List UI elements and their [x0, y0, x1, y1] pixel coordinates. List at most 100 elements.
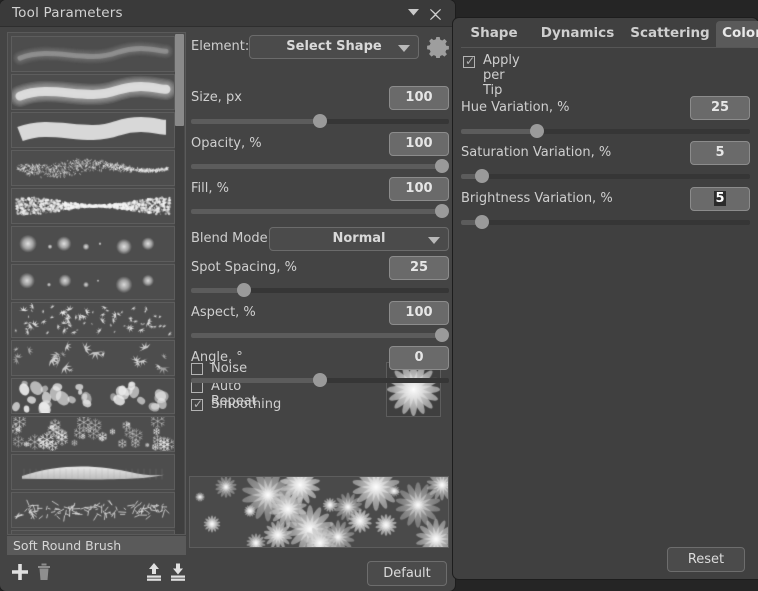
- color-param-label: Brightness Variation, %: [461, 191, 613, 206]
- reset-button[interactable]: Reset: [667, 547, 745, 572]
- color-param-slider[interactable]: [461, 169, 750, 183]
- close-icon[interactable]: [426, 4, 444, 22]
- brush-list-scrollbar[interactable]: [175, 34, 184, 534]
- slider-fill: [191, 333, 442, 338]
- check-mark: ✓: [465, 54, 476, 68]
- brush-toolbar: Default: [0, 557, 455, 591]
- brush-preset-soft-dots-large[interactable]: [11, 226, 175, 262]
- color-param-value-field[interactable]: 5: [690, 141, 750, 165]
- param-value-field[interactable]: 100: [389, 177, 449, 201]
- brush-preset-bubbles[interactable]: [11, 530, 175, 534]
- param-slider[interactable]: [191, 283, 449, 297]
- brush-thumbnail: [12, 531, 174, 534]
- apply-per-tip-label: Apply per Tip: [483, 53, 520, 98]
- chevron-down-icon[interactable]: [404, 4, 422, 22]
- scrollbar-thumb[interactable]: [175, 34, 184, 126]
- param-slider[interactable]: [191, 204, 449, 218]
- stroke-preview: [189, 476, 449, 548]
- brush-preset-hard-round[interactable]: [11, 112, 175, 148]
- brush-preset-grass-tuft[interactable]: [11, 492, 175, 528]
- param-label: Fill, %: [191, 181, 229, 196]
- color-param-label: Saturation Variation, %: [461, 145, 612, 160]
- param-slider[interactable]: [191, 328, 449, 342]
- trash-icon[interactable]: [32, 560, 56, 584]
- param-label: Size, px: [191, 90, 242, 105]
- gear-icon[interactable]: [427, 36, 449, 59]
- tab-divider: [461, 47, 750, 48]
- brush-preset-foliage-cluster[interactable]: [11, 302, 175, 338]
- blend-mode-label: Blend Mode:: [191, 231, 272, 246]
- element-label: Element:: [191, 39, 250, 54]
- param-value: 100: [405, 305, 433, 320]
- brush-preset-flat-blade[interactable]: [11, 454, 175, 490]
- param-value: 100: [405, 136, 433, 151]
- slider-handle[interactable]: [529, 124, 544, 138]
- param-value-field[interactable]: 100: [389, 301, 449, 325]
- tab-shape[interactable]: Shape: [463, 21, 525, 48]
- param-value-field[interactable]: 0: [389, 346, 449, 370]
- brush-preset-airbrush-soft[interactable]: [11, 74, 175, 110]
- brush-preset-list[interactable]: [7, 32, 186, 535]
- slider-handle[interactable]: [474, 215, 489, 229]
- brush-preset-bristle-rough[interactable]: [11, 150, 175, 186]
- default-button[interactable]: Default: [367, 561, 447, 586]
- element-select[interactable]: Select Shape: [249, 35, 419, 59]
- brush-preset-soft-round[interactable]: [11, 36, 175, 72]
- param-value-field[interactable]: 25: [389, 256, 449, 280]
- plus-icon[interactable]: [8, 560, 32, 584]
- chevron-down-icon: [428, 237, 440, 244]
- param-label: Opacity, %: [191, 136, 262, 151]
- window-titlebar[interactable]: Tool Parameters: [0, 0, 455, 27]
- brush-thumbnail: [12, 341, 174, 375]
- brush-options-panel: Shape Dynamics Scattering Color ✓ Apply per…: [453, 18, 758, 579]
- tool-parameters-window: Tool Parameters Soft Round Brush Default…: [0, 0, 455, 591]
- param-slider[interactable]: [191, 159, 449, 173]
- param-value-field[interactable]: 100: [389, 86, 449, 110]
- brush-thumbnail: [12, 37, 174, 71]
- brush-preset-snowflakes[interactable]: [11, 416, 175, 452]
- chevron-down-icon: [398, 45, 410, 52]
- brush-thumbnail: [12, 227, 174, 261]
- color-param-value-field[interactable]: 25: [690, 96, 750, 120]
- brush-thumbnail: [12, 75, 174, 109]
- color-param-slider[interactable]: [461, 215, 750, 229]
- param-value: 100: [405, 181, 433, 196]
- slider-handle[interactable]: [435, 328, 449, 342]
- slider-handle[interactable]: [237, 283, 252, 297]
- tab-scattering[interactable]: Scattering: [628, 21, 712, 48]
- color-param-slider[interactable]: [461, 124, 750, 138]
- app-root: Tool Parameters Soft Round Brush Default…: [0, 0, 758, 591]
- slider-fill: [191, 164, 442, 169]
- brush-preset-maple-leaves[interactable]: [11, 340, 175, 376]
- slider-handle[interactable]: [435, 159, 449, 173]
- slider-fill: [191, 209, 442, 214]
- param-value: 0: [414, 350, 424, 365]
- tab-color[interactable]: Color: [716, 21, 758, 48]
- export-down-icon[interactable]: [166, 560, 190, 584]
- slider-fill: [191, 288, 245, 293]
- element-select-value: Select Shape: [286, 39, 382, 54]
- slider-handle[interactable]: [435, 204, 449, 218]
- brush-thumbnail: [12, 493, 174, 527]
- brush-preset-petals[interactable]: [11, 378, 175, 414]
- color-param-value: 5: [715, 145, 725, 160]
- brush-preset-soft-dots-small[interactable]: [11, 264, 175, 300]
- blend-mode-select[interactable]: Normal: [269, 227, 449, 251]
- slider-fill: [191, 119, 320, 124]
- param-value: 100: [405, 90, 433, 105]
- slider-handle[interactable]: [313, 114, 327, 128]
- param-slider[interactable]: [191, 373, 449, 387]
- param-value-field[interactable]: 100: [389, 132, 449, 156]
- slider-handle[interactable]: [474, 169, 489, 183]
- brush-thumbnail: [12, 113, 174, 147]
- param-value: 25: [409, 260, 429, 275]
- page-title: Tool Parameters: [12, 5, 123, 21]
- brush-thumbnail: [12, 303, 174, 337]
- color-param-value-field[interactable]: 5: [690, 187, 750, 211]
- import-up-icon[interactable]: [142, 560, 166, 584]
- slider-handle[interactable]: [313, 373, 327, 387]
- check-mark: ✓: [193, 397, 204, 411]
- tab-dynamics[interactable]: Dynamics: [535, 21, 620, 48]
- param-slider[interactable]: [191, 114, 449, 128]
- brush-preset-spatter[interactable]: [11, 188, 175, 224]
